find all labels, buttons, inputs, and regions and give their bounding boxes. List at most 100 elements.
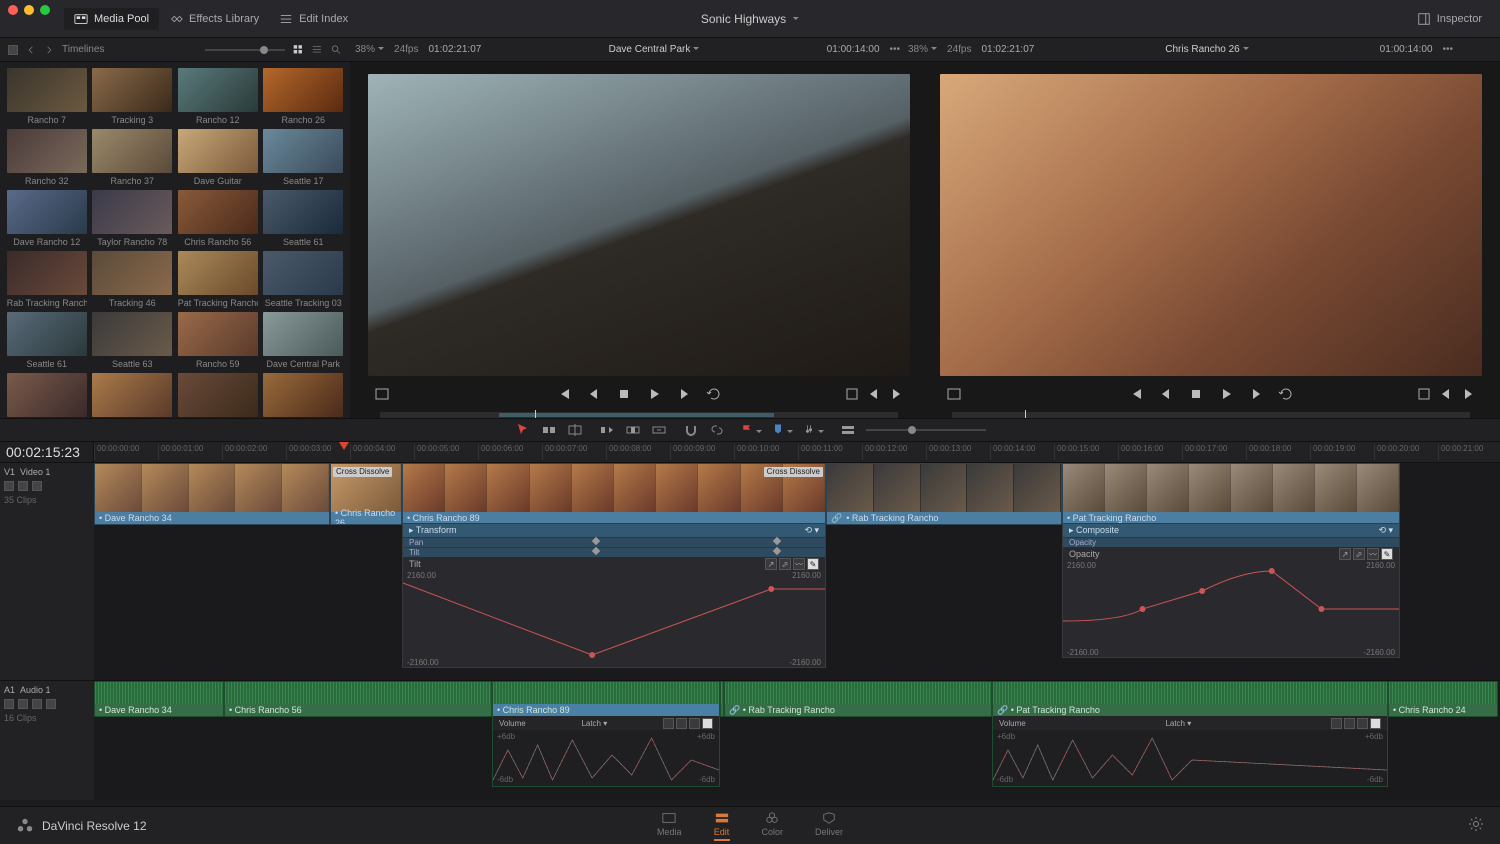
video-clip[interactable]: 🔗• Rab Tracking Rancho: [826, 463, 1062, 525]
blade-tool-icon[interactable]: [567, 422, 583, 438]
pool-clip[interactable]: [92, 373, 174, 418]
tl-zoom-slider[interactable]: [866, 429, 986, 431]
pool-clip[interactable]: Tracking 46: [92, 251, 174, 308]
a1-lock-icon[interactable]: [18, 699, 28, 709]
page-edit[interactable]: Edit: [713, 811, 729, 841]
audio-clip[interactable]: • Chris Rancho 24: [1388, 681, 1498, 717]
pool-clip[interactable]: Dave Central Park: [263, 312, 345, 369]
pool-clip[interactable]: Rancho 26: [263, 68, 345, 125]
thumb-size-slider[interactable]: [205, 49, 285, 51]
audio-clip[interactable]: 🔗 • Pat Tracking RanchoVolumeLatch ▾ +6d…: [992, 681, 1388, 787]
rec-options-icon[interactable]: •••: [1443, 44, 1454, 55]
pool-clip[interactable]: Rancho 37: [92, 129, 174, 186]
mark-in-icon[interactable]: [866, 386, 882, 402]
keyframe-panel[interactable]: ▸ Composite⟲ ▾ Opacity Opacity↗⬀〰✎ 2160.…: [1062, 523, 1400, 658]
snap-icon[interactable]: [683, 422, 699, 438]
pool-clip[interactable]: Rancho 7: [6, 68, 88, 125]
settings-button[interactable]: [1452, 816, 1500, 835]
go-start-icon[interactable]: [556, 386, 572, 402]
edit-index-toggle[interactable]: Edit Index: [269, 8, 358, 30]
rec-zoom[interactable]: 38%: [908, 44, 937, 55]
audio-clip[interactable]: • Chris Rancho 89VolumeLatch ▾ +6db+6db …: [492, 681, 720, 787]
video-clip[interactable]: • Chris Rancho 89Cross Dissolve: [402, 463, 826, 525]
pool-clip[interactable]: Rancho 32: [6, 129, 88, 186]
video-clip[interactable]: • Chris Rancho 26Cross Dissolve: [330, 463, 402, 525]
src-options-icon[interactable]: •••: [890, 44, 901, 55]
list-view-icon[interactable]: [312, 43, 323, 57]
media-pool-toggle[interactable]: Media Pool: [64, 8, 159, 30]
keyframe-panel[interactable]: ▸ Transform⟲ ▾ Pan Tilt Tilt↗⬀〰✎ 2160.00…: [402, 523, 826, 668]
page-color[interactable]: Color: [761, 811, 783, 841]
audio-clip[interactable]: 🔗 • Rab Tracking Rancho: [724, 681, 992, 717]
v1-lock-icon[interactable]: [4, 481, 14, 491]
step-fwd-icon[interactable]: [676, 386, 692, 402]
rec-step-fwd-icon[interactable]: [1248, 386, 1264, 402]
video-clip[interactable]: • Dave Rancho 34: [94, 463, 330, 525]
rec-in-icon[interactable]: [1438, 386, 1454, 402]
pool-clip[interactable]: Tracking 3: [92, 68, 174, 125]
src-zoom[interactable]: 38%: [355, 44, 384, 55]
pool-clip[interactable]: [177, 373, 259, 418]
pool-clip[interactable]: [263, 373, 345, 418]
pool-clip[interactable]: Seattle 17: [263, 129, 345, 186]
nav-fwd-icon[interactable]: [44, 43, 54, 57]
timeline-ruler[interactable]: 00:00:00:0000:00:01:0000:00:02:0000:00:0…: [94, 442, 1500, 462]
pool-clip[interactable]: Seattle 61: [263, 190, 345, 247]
nav-back-icon[interactable]: [26, 43, 36, 57]
pool-clip[interactable]: Chris Rancho 56: [177, 190, 259, 247]
minimize-window[interactable]: [24, 5, 34, 15]
src-mode-icon[interactable]: [374, 386, 390, 402]
pool-clip[interactable]: Seattle 63: [92, 312, 174, 369]
zoom-window[interactable]: [40, 5, 50, 15]
audio-menu[interactable]: [803, 423, 824, 438]
rec-step-back-icon[interactable]: [1158, 386, 1174, 402]
loop-icon[interactable]: [706, 386, 722, 402]
project-title[interactable]: Sonic Highways: [701, 12, 799, 26]
rec-clip-name[interactable]: Chris Rancho 26: [1165, 44, 1248, 55]
src-clip-name[interactable]: Dave Central Park: [609, 44, 700, 55]
record-canvas[interactable]: [940, 74, 1482, 376]
a1-mute-icon[interactable]: [4, 699, 14, 709]
pool-clip[interactable]: Pat Tracking Rancho: [177, 251, 259, 308]
page-deliver[interactable]: Deliver: [815, 811, 843, 841]
a1-track-strip[interactable]: • Dave Rancho 34• Chris Rancho 56• Chris…: [94, 681, 1500, 800]
mark-out-icon[interactable]: [888, 386, 904, 402]
marker-menu[interactable]: [772, 423, 793, 438]
pool-clip[interactable]: Dave Rancho 12: [6, 190, 88, 247]
close-window[interactable]: [8, 5, 18, 15]
video-clip[interactable]: • Pat Tracking Rancho: [1062, 463, 1400, 525]
rec-loop-icon[interactable]: [1278, 386, 1294, 402]
rec-out-icon[interactable]: [1460, 386, 1476, 402]
pool-clip[interactable]: Seattle Tracking 03: [263, 251, 345, 308]
pool-clip[interactable]: Rancho 12: [177, 68, 259, 125]
v1-solo-icon[interactable]: [32, 481, 42, 491]
trim-tool-icon[interactable]: [541, 422, 557, 438]
selection-tool-icon[interactable]: [515, 422, 531, 438]
page-media[interactable]: Media: [657, 811, 682, 841]
match-frame-icon[interactable]: [844, 386, 860, 402]
rec-match-icon[interactable]: [1416, 386, 1432, 402]
rec-play-icon[interactable]: [1218, 386, 1234, 402]
stop-icon[interactable]: [616, 386, 632, 402]
a1-track-header[interactable]: A1 Audio 1 16 Clips: [0, 681, 94, 800]
flag-menu[interactable]: [741, 423, 762, 438]
insert-icon[interactable]: [599, 422, 615, 438]
inspector-toggle[interactable]: Inspector: [1407, 8, 1492, 30]
window-controls[interactable]: [8, 5, 50, 15]
effects-library-toggle[interactable]: Effects Library: [159, 8, 269, 30]
bin-view-icon[interactable]: [8, 45, 18, 55]
a1-arm-icon[interactable]: [46, 699, 56, 709]
pool-clip[interactable]: Rab Tracking Rancho: [6, 251, 88, 308]
v1-track-header[interactable]: V1 Video 1 35 Clips: [0, 463, 94, 680]
a1-solo-icon[interactable]: [32, 699, 42, 709]
play-icon[interactable]: [646, 386, 662, 402]
rec-stop-icon[interactable]: [1188, 386, 1204, 402]
rec-mode-icon[interactable]: [946, 386, 962, 402]
tl-view-icon[interactable]: [840, 422, 856, 438]
playhead-indicator[interactable]: [339, 442, 349, 450]
pool-clip[interactable]: Seattle 61: [6, 312, 88, 369]
audio-clip[interactable]: • Chris Rancho 56: [224, 681, 492, 717]
pool-clip[interactable]: [6, 373, 88, 418]
replace-icon[interactable]: [651, 422, 667, 438]
pool-clip[interactable]: Taylor Rancho 78: [92, 190, 174, 247]
